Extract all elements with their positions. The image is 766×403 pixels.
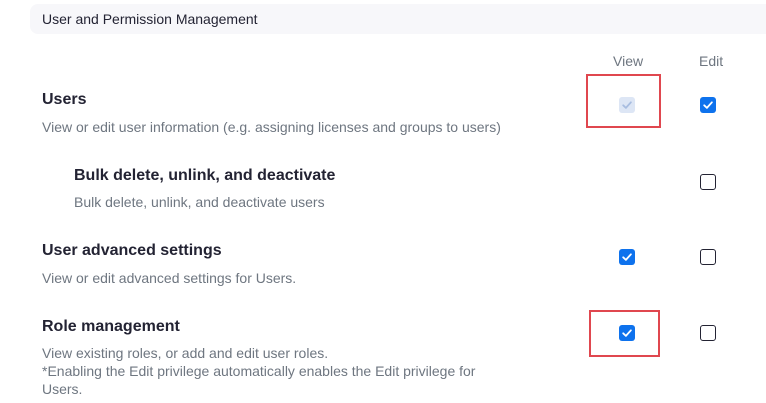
advanced-settings-row-description: View or edit advanced settings for Users… bbox=[42, 270, 297, 286]
users-edit-checkbox[interactable] bbox=[700, 97, 716, 113]
role-management-view-checkbox[interactable] bbox=[619, 325, 635, 341]
role-management-edit-checkbox[interactable] bbox=[700, 325, 716, 341]
bulk-delete-row-title: Bulk delete, unlink, and deactivate bbox=[74, 167, 336, 184]
section-header: User and Permission Management bbox=[30, 4, 766, 34]
role-management-note-line: *Enabling the Edit privilege automatical… bbox=[42, 363, 476, 379]
check-icon bbox=[622, 101, 632, 109]
view-column-header: View bbox=[613, 53, 644, 69]
check-icon bbox=[703, 101, 713, 109]
bulk-delete-edit-checkbox[interactable] bbox=[700, 174, 716, 190]
check-icon bbox=[622, 329, 632, 337]
users-row-title: Users bbox=[42, 91, 87, 108]
edit-column-header: Edit bbox=[699, 53, 724, 69]
section-title: User and Permission Management bbox=[42, 11, 258, 27]
role-management-description-line: View existing roles, or add and edit use… bbox=[42, 345, 329, 361]
users-view-checkbox[interactable] bbox=[619, 97, 635, 113]
users-row-description: View or edit user information (e.g. assi… bbox=[42, 119, 501, 135]
check-icon bbox=[622, 253, 632, 261]
role-management-row-title: Role management bbox=[42, 318, 180, 335]
permission-panel: User and Permission Management View Edit… bbox=[0, 0, 766, 403]
advanced-settings-edit-checkbox[interactable] bbox=[700, 249, 716, 265]
advanced-settings-view-checkbox[interactable] bbox=[619, 249, 635, 265]
role-management-note-line: Users. bbox=[42, 381, 83, 397]
advanced-settings-row-title: User advanced settings bbox=[42, 242, 222, 259]
bulk-delete-row-description: Bulk delete, unlink, and deactivate user… bbox=[74, 194, 325, 210]
